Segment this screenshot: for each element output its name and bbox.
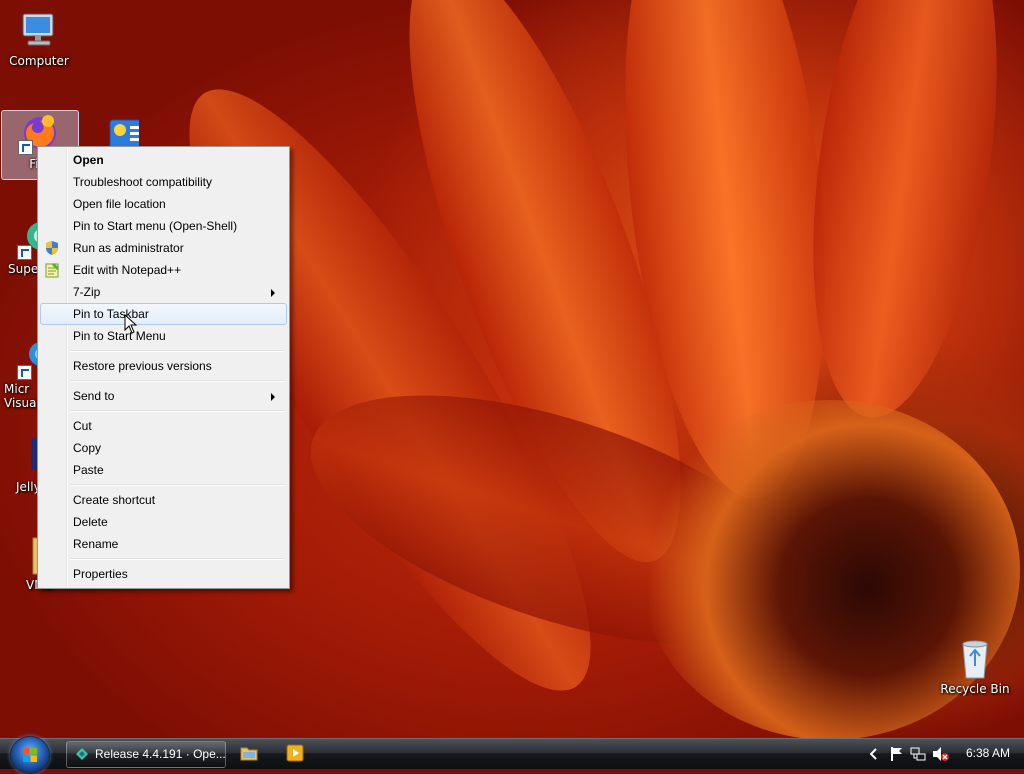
desktop-icon-label: Computer xyxy=(9,54,69,68)
context-menu: Open Troubleshoot compatibility Open fil… xyxy=(37,146,290,589)
menu-item-pin-to-taskbar[interactable]: Pin to Taskbar xyxy=(40,303,287,325)
start-button[interactable] xyxy=(10,736,50,774)
menu-item-label: Edit with Notepad++ xyxy=(73,263,182,277)
menu-item-pin-to-start-menu[interactable]: Pin to Start Menu xyxy=(40,325,285,347)
desktop-icon-computer[interactable]: Computer xyxy=(0,8,78,68)
menu-item-label: Open xyxy=(73,153,104,167)
shortcut-arrow-icon xyxy=(17,365,32,380)
menu-item-label: Troubleshoot compatibility xyxy=(73,175,212,189)
menu-separator xyxy=(70,484,283,486)
menu-item-label: Rename xyxy=(73,537,119,551)
menu-separator xyxy=(70,410,283,412)
menu-item-label: Pin to Start Menu xyxy=(73,329,166,343)
menu-item-open-file-location[interactable]: Open file location xyxy=(40,193,285,215)
taskbar-window-button[interactable]: Release 4.4.191 · Ope... xyxy=(66,741,226,768)
menu-item-label: Delete xyxy=(73,515,108,529)
windows-orb-icon xyxy=(23,748,37,762)
menu-item-run-as-administrator[interactable]: Run as administrator xyxy=(40,237,285,259)
notepad-plus-plus-icon xyxy=(44,262,60,278)
network-icon[interactable] xyxy=(910,746,926,762)
menu-item-label: Send to xyxy=(73,389,115,403)
menu-item-cut[interactable]: Cut xyxy=(40,415,285,437)
menu-item-edit-with-notepad-plus-plus[interactable]: Edit with Notepad++ xyxy=(40,259,285,281)
menu-item-rename[interactable]: Rename xyxy=(40,533,285,555)
menu-item-label: Properties xyxy=(73,567,128,581)
taskbar: Release 4.4.191 · Ope... 6:38 AM xyxy=(0,736,1024,774)
shortcut-arrow-icon xyxy=(18,140,33,155)
flag-icon[interactable] xyxy=(890,746,904,762)
shortcut-arrow-icon xyxy=(17,245,32,260)
computer-icon xyxy=(17,8,61,52)
menu-item-label: Paste xyxy=(73,463,104,477)
menu-separator xyxy=(70,558,283,560)
menu-item-copy[interactable]: Copy xyxy=(40,437,285,459)
taskbar-window-label: Release 4.4.191 · Ope... xyxy=(95,747,226,761)
recycle-bin-icon xyxy=(953,636,997,680)
menu-item-label: Run as administrator xyxy=(73,241,184,255)
menu-item-label: Cut xyxy=(73,419,92,433)
petal xyxy=(784,0,1024,430)
media-player-icon[interactable] xyxy=(286,744,304,762)
menu-item-restore-previous-versions[interactable]: Restore previous versions xyxy=(40,355,285,377)
chevron-left-icon[interactable] xyxy=(870,748,878,760)
menu-item-properties[interactable]: Properties xyxy=(40,563,285,585)
submenu-arrow-icon xyxy=(271,393,275,401)
menu-item-7zip[interactable]: 7-Zip xyxy=(40,281,285,303)
menu-item-label: Create shortcut xyxy=(73,493,156,507)
menu-item-troubleshoot-compatibility[interactable]: Troubleshoot compatibility xyxy=(40,171,285,193)
menu-separator xyxy=(70,380,283,382)
menu-item-delete[interactable]: Delete xyxy=(40,511,285,533)
desktop-icon-recycle-bin[interactable]: Recycle Bin xyxy=(936,636,1014,696)
menu-item-send-to[interactable]: Send to xyxy=(40,385,285,407)
menu-item-label: Open file location xyxy=(73,197,166,211)
menu-item-create-shortcut[interactable]: Create shortcut xyxy=(40,489,285,511)
taskbar-clock[interactable]: 6:38 AM xyxy=(966,746,1010,760)
browser-app-icon xyxy=(76,748,88,760)
mouse-cursor-icon xyxy=(124,314,138,334)
menu-item-label: Pin to Start menu (Open-Shell) xyxy=(73,219,238,233)
uac-shield-icon xyxy=(44,240,60,256)
submenu-arrow-icon xyxy=(271,289,275,297)
menu-item-pin-to-start-open-shell[interactable]: Pin to Start menu (Open-Shell) xyxy=(40,215,285,237)
volume-muted-icon[interactable] xyxy=(932,746,950,762)
menu-item-label: 7-Zip xyxy=(73,285,101,299)
menu-item-label: Restore previous versions xyxy=(73,359,212,373)
menu-item-paste[interactable]: Paste xyxy=(40,459,285,481)
menu-item-open[interactable]: Open xyxy=(40,149,285,171)
file-explorer-icon[interactable] xyxy=(240,744,258,762)
menu-separator xyxy=(70,350,283,352)
menu-item-label: Copy xyxy=(73,441,102,455)
desktop-icon-label: Recycle Bin xyxy=(940,682,1010,696)
